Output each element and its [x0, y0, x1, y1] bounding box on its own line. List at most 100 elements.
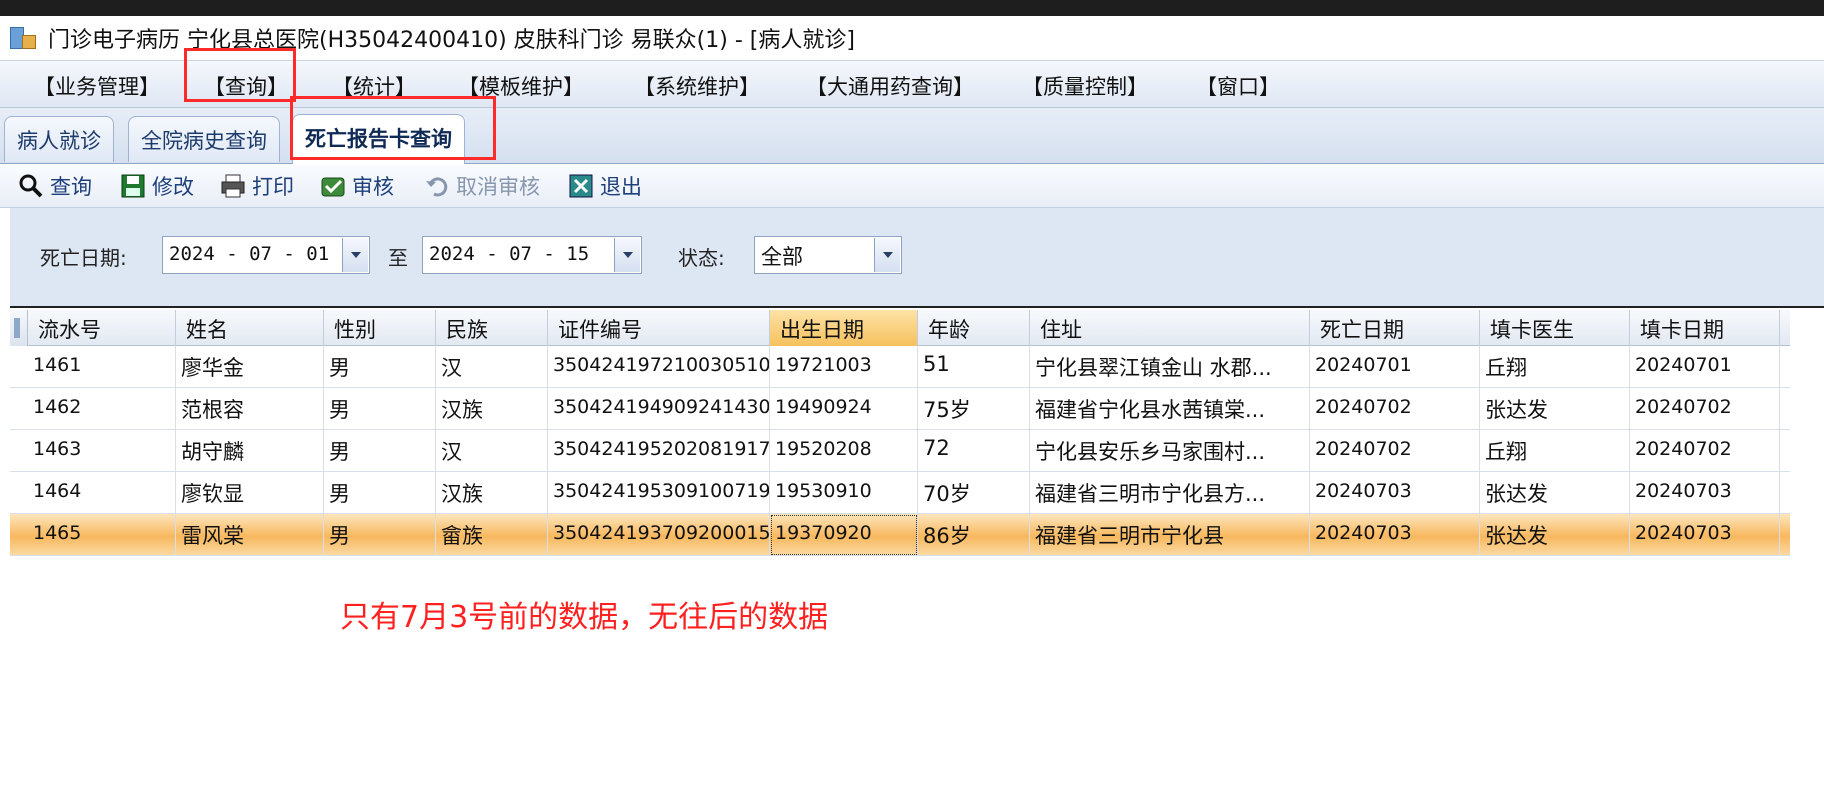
table-cell[interactable]: 19520208	[770, 430, 918, 472]
cancel-approve-button[interactable]: 取消审核	[424, 170, 540, 202]
column-header[interactable]: 住址	[1030, 310, 1310, 346]
table-cell[interactable]: 张达发	[1480, 514, 1630, 556]
column-header[interactable]: 年龄	[918, 310, 1030, 346]
table-cell[interactable]: 20240702	[1310, 388, 1480, 430]
table-row[interactable]: 1465 雷风棠男畲族 350424193709200015 19370920 86岁福…	[10, 514, 1790, 556]
table-cell[interactable]: 汉族	[436, 472, 548, 514]
edit-button[interactable]: 修改	[120, 170, 194, 202]
table-cell[interactable]: 51	[918, 346, 1030, 388]
toolbar: 查询 修改 打印 审核 取消审核 退出	[0, 164, 1824, 208]
table-cell[interactable]: 男	[324, 388, 436, 430]
table-row[interactable]: 1464 廖钦显男汉族 350424195309100719 19530910 70岁福…	[10, 472, 1790, 514]
exit-button[interactable]: 退出	[568, 170, 642, 202]
table-cell[interactable]: 张达发	[1480, 388, 1630, 430]
table-cell[interactable]: 汉	[436, 430, 548, 472]
menu-quality[interactable]: 【质量控制】	[1022, 71, 1148, 101]
table-cell[interactable]: 19370920	[770, 514, 918, 556]
table-cell[interactable]: 20240702	[1310, 430, 1480, 472]
column-header[interactable]: 流水号	[28, 310, 176, 346]
table-cell[interactable]: 福建省三明市宁化县方...	[1030, 472, 1310, 514]
table-cell[interactable]: 男	[324, 430, 436, 472]
death-date-label: 死亡日期:	[40, 246, 127, 270]
table-cell[interactable]: 350424193709200015	[548, 514, 770, 556]
table-cell[interactable]: 72	[918, 430, 1030, 472]
table-cell[interactable]: 雷风棠	[176, 514, 324, 556]
table-cell[interactable]: 廖钦显	[176, 472, 324, 514]
menu-system[interactable]: 【系统维护】	[634, 71, 760, 101]
table-cell[interactable]: 1462	[28, 388, 176, 430]
column-header[interactable]: 民族	[436, 310, 548, 346]
date-to-picker[interactable]: 2024 - 07 - 15	[422, 236, 642, 274]
screen-top-edge	[0, 0, 1824, 16]
table-cell[interactable]: 男	[324, 472, 436, 514]
menu-window[interactable]: 【窗口】	[1196, 71, 1280, 101]
column-header[interactable]: 性别	[324, 310, 436, 346]
menu-drug-query[interactable]: 【大通用药查询】	[806, 71, 974, 101]
filter-panel: 死亡日期: 2024 - 07 - 01 至 2024 - 07 - 15 状态…	[10, 208, 1824, 308]
table-cell[interactable]: 20240703	[1310, 514, 1480, 556]
print-label: 打印	[252, 175, 294, 199]
table-cell[interactable]: 张达发	[1480, 472, 1630, 514]
edit-label: 修改	[152, 175, 194, 199]
table-cell[interactable]: 350424194909241430	[548, 388, 770, 430]
table-cell[interactable]: 19530910	[770, 472, 918, 514]
status-select[interactable]: 全部	[754, 236, 902, 274]
column-header[interactable]: 填卡医生	[1480, 310, 1630, 346]
chevron-down-icon[interactable]	[614, 238, 640, 272]
table-cell[interactable]: 福建省三明市宁化县	[1030, 514, 1310, 556]
table-cell[interactable]: 男	[324, 514, 436, 556]
table-cell[interactable]: 男	[324, 346, 436, 388]
table-cell[interactable]: 350424197210030510	[548, 346, 770, 388]
table-cell[interactable]: 86岁	[918, 514, 1030, 556]
column-header[interactable]: 死亡日期	[1310, 310, 1480, 346]
table-cell[interactable]: 20240703	[1630, 514, 1780, 556]
table-cell[interactable]: 范根容	[176, 388, 324, 430]
column-header[interactable]: 证件编号	[548, 310, 770, 346]
tab-hospital-history[interactable]: 全院病史查询	[128, 116, 280, 162]
table-cell[interactable]: 畲族	[436, 514, 548, 556]
table-cell[interactable]: 宁化县安乐乡马家围村...	[1030, 430, 1310, 472]
table-cell[interactable]: 廖华金	[176, 346, 324, 388]
table-cell[interactable]: 1463	[28, 430, 176, 472]
column-header-sorted[interactable]: 出生日期	[770, 310, 918, 346]
table-cell[interactable]: 20240701	[1630, 346, 1780, 388]
query-button[interactable]: 查询	[18, 170, 92, 202]
table-cell[interactable]: 20240701	[1310, 346, 1480, 388]
table-cell[interactable]: 20240703	[1310, 472, 1480, 514]
table-cell[interactable]: 20240702	[1630, 430, 1780, 472]
table-cell[interactable]: 19721003	[770, 346, 918, 388]
table-cell[interactable]: 1461	[28, 346, 176, 388]
table-cell[interactable]: 350424195202081917	[548, 430, 770, 472]
exit-label: 退出	[600, 175, 642, 199]
chevron-down-icon[interactable]	[874, 238, 900, 272]
tab-patient-visit[interactable]: 病人就诊	[4, 116, 114, 162]
table-row[interactable]: 1461 廖华金男汉 350424197210030510 19721003 51 宁化县…	[10, 346, 1790, 388]
annotation-highlight-death-tab	[290, 96, 496, 160]
table-cell[interactable]: 丘翔	[1480, 346, 1630, 388]
table-cell[interactable]: 1464	[28, 472, 176, 514]
undo-icon	[426, 177, 448, 197]
table-cell[interactable]: 75岁	[918, 388, 1030, 430]
table-cell[interactable]: 汉族	[436, 388, 548, 430]
table-cell[interactable]: 汉	[436, 346, 548, 388]
table-row[interactable]: 1462 范根容男汉族 350424194909241430 19490924 75岁福…	[10, 388, 1790, 430]
table-cell[interactable]: 70岁	[918, 472, 1030, 514]
table-cell[interactable]: 1465	[28, 514, 176, 556]
table-cell[interactable]: 350424195309100719	[548, 472, 770, 514]
chevron-down-icon[interactable]	[342, 238, 368, 272]
table-row[interactable]: 1463 胡守麟男汉 350424195202081917 19520208 72 宁化县…	[10, 430, 1790, 472]
table-cell[interactable]: 19490924	[770, 388, 918, 430]
column-header[interactable]: 填卡日期	[1630, 310, 1780, 346]
date-from-picker[interactable]: 2024 - 07 - 01	[162, 236, 370, 274]
table-cell[interactable]: 20240703	[1630, 472, 1780, 514]
menu-business[interactable]: 【业务管理】	[34, 71, 160, 101]
table-cell[interactable]: 福建省宁化县水茜镇棠...	[1030, 388, 1310, 430]
approve-button[interactable]: 审核	[320, 170, 394, 202]
table-cell[interactable]: 20240702	[1630, 388, 1780, 430]
table-cell[interactable]: 丘翔	[1480, 430, 1630, 472]
print-button[interactable]: 打印	[220, 170, 294, 202]
status-value: 全部	[761, 245, 803, 269]
table-cell[interactable]: 宁化县翠江镇金山 水郡...	[1030, 346, 1310, 388]
column-header[interactable]: 姓名	[176, 310, 324, 346]
table-cell[interactable]: 胡守麟	[176, 430, 324, 472]
